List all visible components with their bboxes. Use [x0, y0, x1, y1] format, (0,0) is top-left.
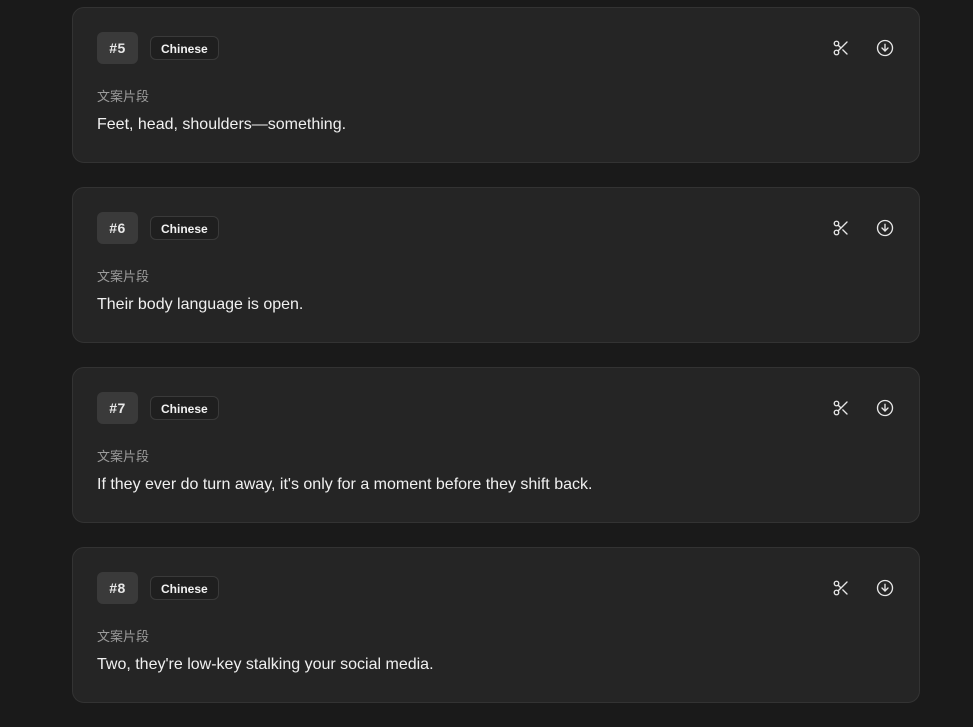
language-badge: Chinese	[150, 396, 219, 420]
segment-actions	[831, 218, 895, 238]
segment-label: 文案片段	[97, 269, 150, 284]
scissors-icon	[833, 40, 848, 56]
segment-card: #6 Chinese 文案片段 Their body language is o…	[72, 187, 920, 343]
cut-button[interactable]	[831, 578, 851, 598]
scissors-icon	[833, 580, 848, 596]
language-badge: Chinese	[150, 576, 219, 600]
download-circle-icon	[876, 39, 894, 57]
download-button[interactable]	[875, 398, 895, 418]
cut-button[interactable]	[831, 398, 851, 418]
language-badge: Chinese	[150, 216, 219, 240]
segment-card: #8 Chinese 文案片段 Two, they're low-key sta…	[72, 547, 920, 703]
segment-label: 文案片段	[97, 89, 150, 104]
language-badge: Chinese	[150, 36, 219, 60]
cut-button[interactable]	[831, 38, 851, 58]
segment-number-badge: #6	[97, 212, 138, 244]
segment-list: #5 Chinese 文案片段 Feet, head, shoulders—so…	[72, 7, 920, 727]
segment-text: Two, they're low-key stalking your socia…	[97, 656, 434, 673]
download-button[interactable]	[875, 218, 895, 238]
segment-number-badge: #5	[97, 32, 138, 64]
segment-label: 文案片段	[97, 629, 150, 644]
segment-actions	[831, 38, 895, 58]
segment-number-badge: #7	[97, 392, 138, 424]
scissors-icon	[833, 400, 848, 416]
segment-card: #7 Chinese 文案片段 If they ever do turn awa…	[72, 367, 920, 523]
download-button[interactable]	[875, 578, 895, 598]
segment-actions	[831, 578, 895, 598]
scissors-icon	[833, 220, 848, 236]
download-button[interactable]	[875, 38, 895, 58]
download-circle-icon	[876, 219, 894, 237]
segment-label: 文案片段	[97, 449, 150, 464]
segment-text: Feet, head, shoulders—something.	[97, 116, 347, 133]
segment-text: Their body language is open.	[97, 296, 304, 313]
segment-actions	[831, 398, 895, 418]
download-circle-icon	[876, 399, 894, 417]
segment-text: If they ever do turn away, it's only for…	[97, 476, 593, 493]
segment-number-badge: #8	[97, 572, 138, 604]
cut-button[interactable]	[831, 218, 851, 238]
segment-card: #5 Chinese 文案片段 Feet, head, shoulders—so…	[72, 7, 920, 163]
download-circle-icon	[876, 579, 894, 597]
